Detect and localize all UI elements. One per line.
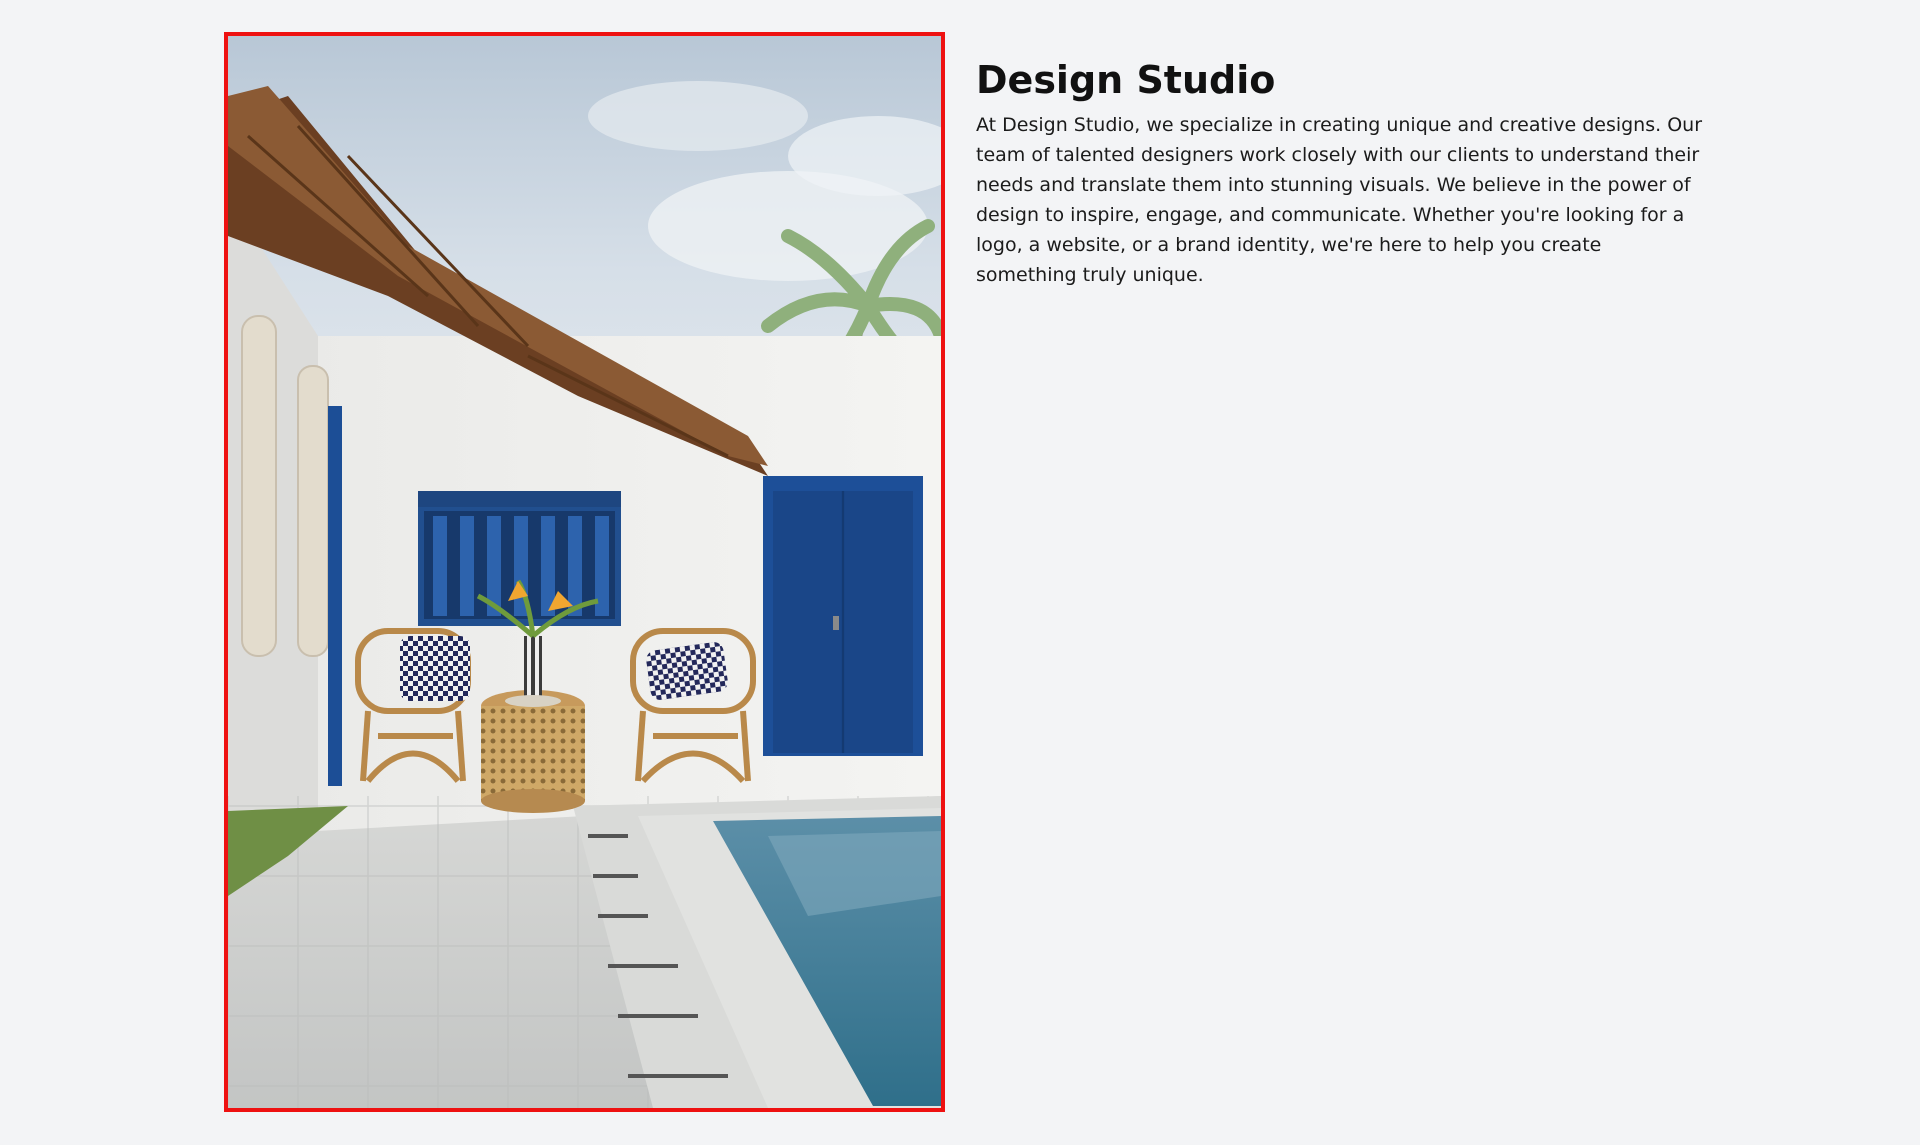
studio-info: Design Studio At Design Studio, we speci… xyxy=(976,56,1706,290)
page-title: Design Studio xyxy=(976,58,1276,102)
studio-description: At Design Studio, we specialize in creat… xyxy=(976,114,1703,286)
hero-image-frame xyxy=(224,32,945,1112)
hero-image xyxy=(228,36,941,1108)
